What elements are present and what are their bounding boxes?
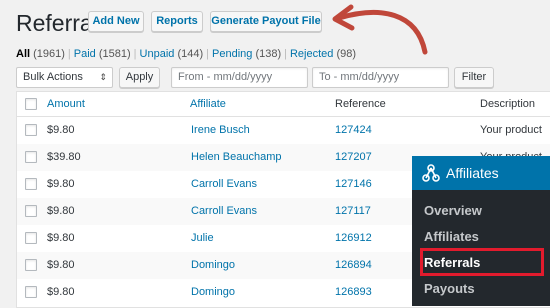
add-new-button[interactable]: Add New [88, 11, 144, 32]
bulk-actions-select[interactable]: Bulk Actions ⇕ [16, 67, 113, 88]
filter-rejected[interactable]: Rejected (98) [290, 48, 356, 60]
amount-cell: $9.80 [47, 232, 75, 244]
to-date-input[interactable]: To - mm/dd/yyyy [312, 67, 449, 88]
reference-link[interactable]: 126894 [335, 259, 372, 271]
annotation-arrow [332, 4, 428, 55]
amount-cell: $9.80 [47, 124, 75, 136]
affiliates-menu: Affiliates Overview Affiliates Referrals… [412, 156, 550, 306]
table-header: Amount Affiliate Reference Description [17, 92, 550, 117]
menu-title: Affiliates [446, 165, 499, 181]
affiliate-link[interactable]: Julie [191, 232, 214, 244]
generate-payout-file-button[interactable]: Generate Payout File [210, 11, 322, 32]
highlight-box [420, 248, 544, 276]
amount-cell: $39.80 [47, 151, 81, 163]
affiliate-link[interactable]: Carroll Evans [191, 178, 257, 190]
amount-cell: $9.80 [47, 178, 75, 190]
row-checkbox[interactable] [25, 286, 37, 298]
affiliates-menu-header[interactable]: Affiliates [412, 156, 550, 190]
column-amount[interactable]: Amount [47, 98, 85, 110]
filter-all[interactable]: All (1961) [16, 48, 65, 60]
amount-cell: $9.80 [47, 286, 75, 298]
amount-cell: $9.80 [47, 205, 75, 217]
status-filters: All (1961) | Paid (1581) | Unpaid (144) | Pend… [16, 48, 357, 60]
row-checkbox[interactable] [25, 232, 37, 244]
chevron-down-icon: ⇕ [99, 72, 107, 82]
affiliate-link[interactable]: Helen Beauchamp [191, 151, 282, 163]
row-checkbox[interactable] [25, 178, 37, 190]
affiliate-link[interactable]: Carroll Evans [191, 205, 257, 217]
table-row: $9.80 Irene Busch 127424 Your product [17, 117, 550, 144]
description-cell: Your product [480, 124, 542, 136]
amount-cell: $9.80 [47, 259, 75, 271]
row-checkbox[interactable] [25, 205, 37, 217]
reference-link[interactable]: 127207 [335, 151, 372, 163]
affiliates-icon [422, 164, 440, 182]
menu-item-affiliates[interactable]: Affiliates [424, 229, 479, 244]
filter-paid[interactable]: Paid (1581) [74, 48, 131, 60]
filter-button[interactable]: Filter [454, 67, 494, 88]
row-checkbox[interactable] [25, 151, 37, 163]
affiliate-link[interactable]: Irene Busch [191, 124, 250, 136]
select-all-checkbox[interactable] [25, 98, 37, 110]
reference-link[interactable]: 127117 [335, 205, 371, 217]
row-checkbox[interactable] [25, 124, 37, 136]
reference-link[interactable]: 126893 [335, 286, 372, 298]
column-description: Description [480, 98, 536, 110]
column-reference: Reference [335, 98, 386, 110]
affiliate-link[interactable]: Domingo [191, 259, 235, 271]
affiliate-link[interactable]: Domingo [191, 286, 235, 298]
menu-item-overview[interactable]: Overview [424, 203, 482, 218]
reports-button[interactable]: Reports [151, 11, 203, 32]
reference-link[interactable]: 127146 [335, 178, 372, 190]
from-date-input[interactable]: From - mm/dd/yyyy [171, 67, 308, 88]
filter-pending[interactable]: Pending (138) [212, 48, 281, 60]
column-affiliate[interactable]: Affiliate [190, 98, 226, 110]
reference-link[interactable]: 126912 [335, 232, 372, 244]
menu-item-payouts[interactable]: Payouts [424, 281, 475, 296]
apply-button[interactable]: Apply [119, 67, 160, 88]
filter-unpaid[interactable]: Unpaid (144) [140, 48, 204, 60]
row-checkbox[interactable] [25, 259, 37, 271]
reference-link[interactable]: 127424 [335, 124, 372, 136]
